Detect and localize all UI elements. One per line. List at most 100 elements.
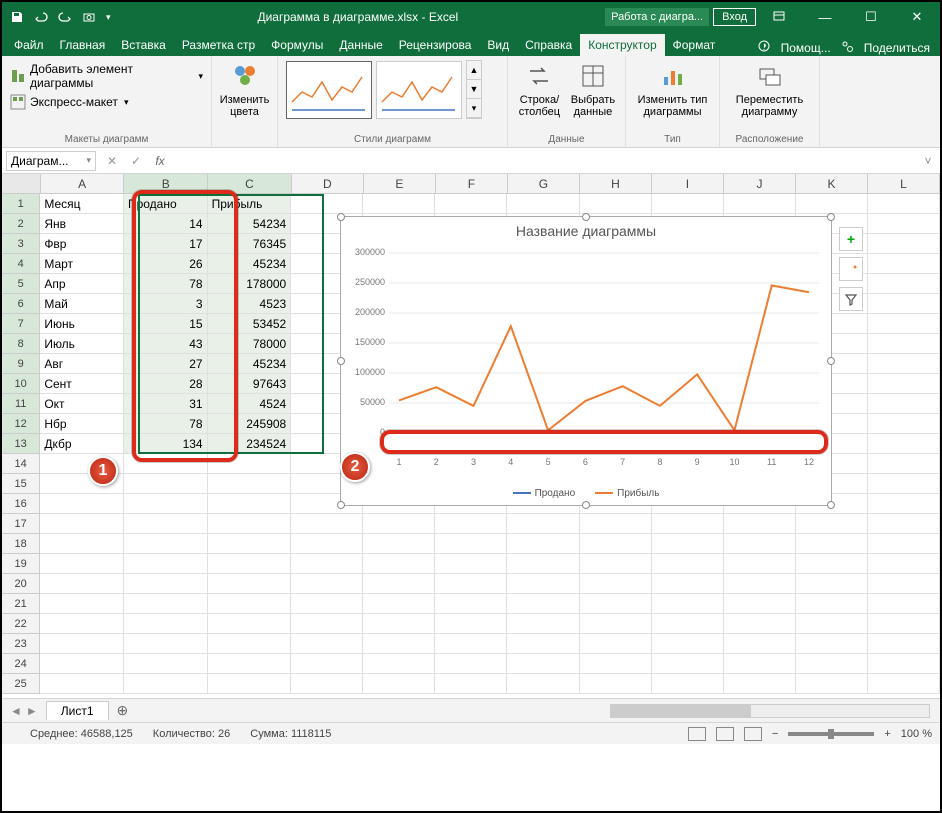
camera-icon[interactable] (82, 10, 96, 24)
col-header[interactable]: G (508, 174, 580, 193)
cell[interactable] (868, 414, 940, 434)
sheet-nav[interactable]: ◄► (2, 704, 46, 718)
formula-input[interactable] (172, 151, 916, 170)
worksheet-grid[interactable]: A B C D E F G H I J K L 1МесяцПроданоПри… (2, 174, 940, 698)
cell[interactable]: Нбр (40, 414, 124, 434)
row-header[interactable]: 25 (2, 674, 40, 694)
cell[interactable] (868, 474, 940, 494)
cell[interactable] (363, 614, 435, 634)
tab-formulas[interactable]: Формулы (263, 34, 331, 56)
cell[interactable] (868, 394, 940, 414)
gallery-scroll[interactable]: ▲▼▾ (466, 60, 482, 119)
cell[interactable] (363, 654, 435, 674)
cell[interactable] (724, 654, 796, 674)
cell[interactable]: Июль (40, 334, 124, 354)
cell[interactable] (724, 674, 796, 694)
cell[interactable]: 53452 (208, 314, 292, 334)
row-header[interactable]: 17 (2, 514, 40, 534)
cell[interactable] (291, 514, 363, 534)
cell[interactable] (868, 274, 940, 294)
zoom-slider[interactable] (788, 732, 874, 736)
cell[interactable]: 15 (124, 314, 208, 334)
cell[interactable]: 76345 (208, 234, 292, 254)
fx-button[interactable]: fx (148, 154, 172, 168)
cell[interactable] (208, 654, 292, 674)
row-header[interactable]: 23 (2, 634, 40, 654)
row-header[interactable]: 16 (2, 494, 40, 514)
cell[interactable] (208, 554, 292, 574)
cell[interactable] (208, 534, 292, 554)
cell[interactable] (507, 674, 579, 694)
row-header[interactable]: 13 (2, 434, 40, 454)
cell[interactable] (363, 634, 435, 654)
cell[interactable]: Месяц (40, 194, 124, 214)
cell[interactable] (868, 554, 940, 574)
cell[interactable] (796, 514, 868, 534)
row-header[interactable]: 9 (2, 354, 40, 374)
col-header[interactable]: D (292, 174, 364, 193)
cell[interactable] (291, 194, 363, 214)
cell[interactable] (580, 614, 652, 634)
row-header[interactable]: 18 (2, 534, 40, 554)
col-header[interactable]: C (208, 174, 292, 193)
cell[interactable]: Янв (40, 214, 124, 234)
cell[interactable] (363, 674, 435, 694)
cell[interactable]: 17 (124, 234, 208, 254)
col-header[interactable]: H (580, 174, 652, 193)
cell[interactable]: Май (40, 294, 124, 314)
chart-elements-button[interactable]: + (839, 227, 863, 251)
cell[interactable] (291, 534, 363, 554)
cell[interactable] (724, 534, 796, 554)
cell[interactable] (40, 574, 124, 594)
cell[interactable] (507, 614, 579, 634)
cell[interactable] (208, 674, 292, 694)
cell[interactable] (291, 574, 363, 594)
cell[interactable]: 178000 (208, 274, 292, 294)
cell[interactable] (291, 654, 363, 674)
accept-formula-icon[interactable]: ✓ (124, 154, 148, 168)
cell[interactable] (868, 194, 940, 214)
cell[interactable] (208, 454, 292, 474)
cell[interactable] (724, 634, 796, 654)
page-layout-view-button[interactable] (716, 727, 734, 741)
horizontal-scrollbar[interactable] (136, 704, 940, 718)
cell[interactable] (363, 574, 435, 594)
zoom-level[interactable]: 100 % (901, 728, 932, 740)
cell[interactable] (507, 554, 579, 574)
cell[interactable] (868, 614, 940, 634)
cell[interactable] (507, 634, 579, 654)
row-header[interactable]: 4 (2, 254, 40, 274)
chart-object[interactable]: Название диаграммы Продано Прибыль + 050… (340, 216, 832, 506)
cell[interactable] (435, 574, 507, 594)
tab-page-layout[interactable]: Разметка стр (174, 34, 263, 56)
cell[interactable] (868, 354, 940, 374)
style-thumb-2[interactable] (376, 61, 462, 119)
col-header[interactable]: I (652, 174, 724, 193)
col-header[interactable]: L (868, 174, 940, 193)
row-header[interactable]: 3 (2, 234, 40, 254)
cell[interactable] (435, 654, 507, 674)
cell[interactable] (724, 614, 796, 634)
cell[interactable] (208, 594, 292, 614)
cell[interactable]: 78 (124, 274, 208, 294)
cell[interactable] (796, 614, 868, 634)
cell[interactable] (580, 654, 652, 674)
cell[interactable] (868, 454, 940, 474)
cell[interactable] (652, 554, 724, 574)
col-header[interactable]: J (724, 174, 796, 193)
cell[interactable] (868, 594, 940, 614)
cell[interactable] (580, 194, 652, 214)
cell[interactable] (507, 534, 579, 554)
tab-help[interactable]: Справка (517, 34, 580, 56)
cell[interactable] (40, 494, 124, 514)
zoom-out-button[interactable]: − (772, 728, 778, 740)
row-header[interactable]: 15 (2, 474, 40, 494)
move-chart-button[interactable]: Переместить диаграмму (728, 60, 811, 118)
cell[interactable]: Прибыль (208, 194, 292, 214)
cell[interactable]: 78 (124, 414, 208, 434)
cell[interactable] (291, 594, 363, 614)
cell[interactable] (291, 614, 363, 634)
cell[interactable] (580, 574, 652, 594)
cell[interactable] (580, 674, 652, 694)
row-header[interactable]: 2 (2, 214, 40, 234)
